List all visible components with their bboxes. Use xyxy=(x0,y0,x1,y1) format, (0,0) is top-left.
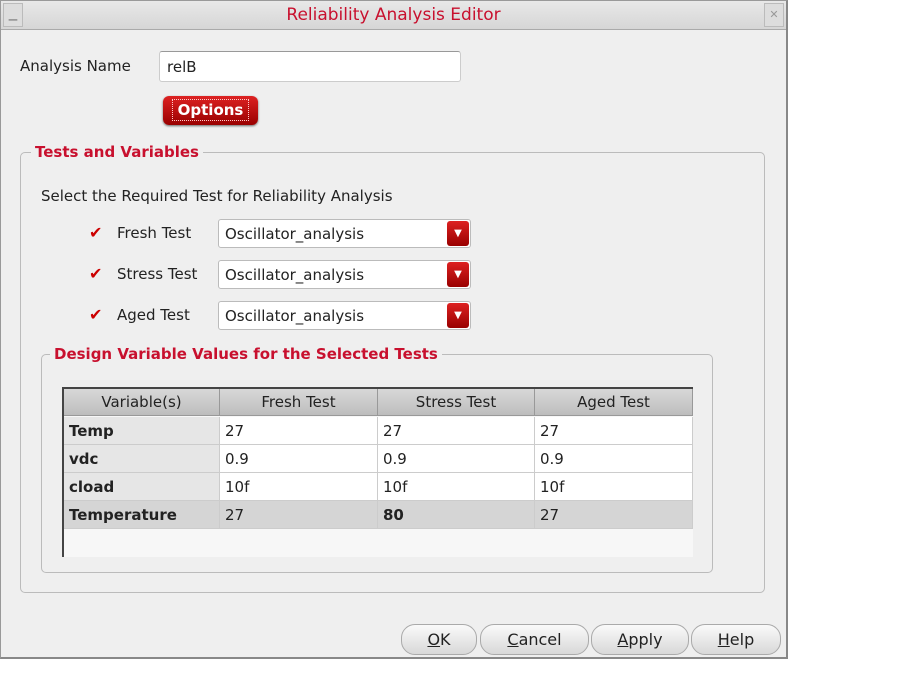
table-row[interactable]: cload 10f 10f 10f xyxy=(64,473,693,501)
label: elp xyxy=(729,630,755,649)
close-icon[interactable]: ✕ xyxy=(764,3,784,27)
label: K xyxy=(440,630,451,649)
minimize-icon[interactable]: ▁ xyxy=(3,3,23,27)
mnemonic: A xyxy=(617,630,629,649)
title-bar[interactable]: ▁ Reliability Analysis Editor ✕ xyxy=(1,1,786,30)
value-cell[interactable]: 27 xyxy=(378,417,535,445)
stress-test-value: Oscillator_analysis xyxy=(225,266,365,284)
value-cell[interactable]: 27 xyxy=(220,417,378,445)
analysis-name-label: Analysis Name xyxy=(20,57,131,75)
design-variables-table: Variable(s) Fresh Test Stress Test Aged … xyxy=(62,387,693,557)
fresh-test-value: Oscillator_analysis xyxy=(225,225,365,243)
aged-test-select[interactable]: Oscillator_analysis ▼ xyxy=(218,301,471,330)
fresh-test-select[interactable]: Oscillator_analysis ▼ xyxy=(218,219,471,248)
stress-test-select[interactable]: Oscillator_analysis ▼ xyxy=(218,260,471,289)
value-cell[interactable]: 10f xyxy=(378,473,535,501)
value-cell[interactable]: 27 xyxy=(220,501,378,529)
aged-test-checkbox[interactable]: ✔ xyxy=(89,307,105,323)
value-cell[interactable]: 27 xyxy=(535,417,693,445)
variable-cell: cload xyxy=(64,473,220,501)
variable-cell: vdc xyxy=(64,445,220,473)
apply-button[interactable]: Apply xyxy=(591,624,689,655)
cancel-button[interactable]: Cancel xyxy=(480,624,589,655)
analysis-name-input[interactable]: relB xyxy=(159,51,461,82)
dialog-window: ▁ Reliability Analysis Editor ✕ Analysis… xyxy=(0,0,788,659)
help-button[interactable]: Help xyxy=(691,624,781,655)
stress-test-checkbox[interactable]: ✔ xyxy=(89,266,105,282)
chevron-down-icon[interactable]: ▼ xyxy=(447,303,469,328)
window-title: Reliability Analysis Editor xyxy=(286,5,501,25)
value-cell[interactable]: 10f xyxy=(220,473,378,501)
fresh-test-checkbox[interactable]: ✔ xyxy=(89,225,105,241)
mnemonic: O xyxy=(427,630,441,649)
group-title: Design Variable Values for the Selected … xyxy=(50,345,442,363)
mnemonic: C xyxy=(507,630,519,649)
fresh-test-label: Fresh Test xyxy=(117,224,192,242)
table-row[interactable]: Temperature 27 80 27 xyxy=(64,501,693,529)
column-header[interactable]: Stress Test xyxy=(378,389,535,416)
variable-cell: Temperature xyxy=(64,501,220,529)
label: ancel xyxy=(518,630,562,649)
group-title: Tests and Variables xyxy=(31,143,203,161)
column-header[interactable]: Fresh Test xyxy=(220,389,378,416)
table-row[interactable]: vdc 0.9 0.9 0.9 xyxy=(64,445,693,473)
stress-test-label: Stress Test xyxy=(117,265,198,283)
value-cell[interactable]: 0.9 xyxy=(535,445,693,473)
chevron-down-icon[interactable]: ▼ xyxy=(447,262,469,287)
column-header[interactable]: Aged Test xyxy=(535,389,693,416)
table-row[interactable]: Temp 27 27 27 xyxy=(64,417,693,445)
aged-test-value: Oscillator_analysis xyxy=(225,307,365,325)
ok-button[interactable]: OK xyxy=(401,624,477,655)
mnemonic: H xyxy=(717,630,730,649)
column-header[interactable]: Variable(s) xyxy=(64,389,220,416)
test-prompt: Select the Required Test for Reliability… xyxy=(41,187,393,205)
chevron-down-icon[interactable]: ▼ xyxy=(447,221,469,246)
aged-test-label: Aged Test xyxy=(117,306,190,324)
table-header: Variable(s) Fresh Test Stress Test Aged … xyxy=(64,389,693,417)
label: pply xyxy=(628,630,663,649)
value-cell[interactable]: 80 xyxy=(378,501,535,529)
value-cell[interactable]: 0.9 xyxy=(378,445,535,473)
value-cell[interactable]: 10f xyxy=(535,473,693,501)
options-button[interactable]: Options xyxy=(163,96,258,125)
options-label: Options xyxy=(171,99,250,121)
variable-cell: Temp xyxy=(64,417,220,445)
value-cell[interactable]: 27 xyxy=(535,501,693,529)
value-cell[interactable]: 0.9 xyxy=(220,445,378,473)
